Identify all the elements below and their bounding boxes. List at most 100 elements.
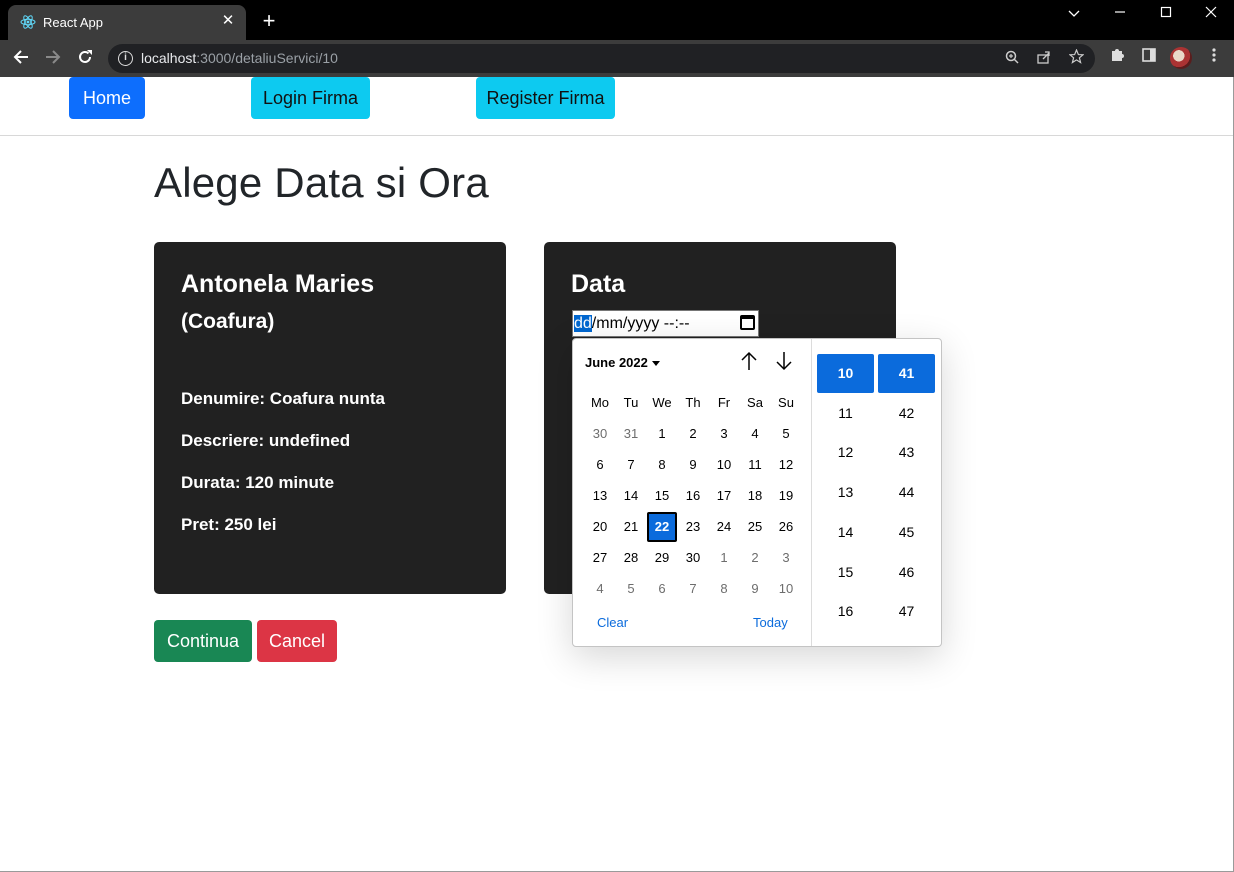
tab-close-icon[interactable]: ✕ (218, 11, 238, 31)
browser-tab[interactable]: React App ✕ (8, 5, 246, 40)
calendar-day[interactable]: 20 (585, 512, 615, 542)
day-segment[interactable]: dd (574, 315, 592, 332)
calendar-icon[interactable] (740, 315, 755, 330)
calendar-day[interactable]: 5 (616, 574, 646, 604)
window-close-icon[interactable] (1188, 0, 1234, 28)
minute-option[interactable]: 44 (878, 473, 935, 512)
today-link[interactable]: Today (753, 615, 788, 630)
tab-search-icon[interactable] (1051, 0, 1097, 28)
top-navbar: Home Login Firma Register Firma (0, 77, 1234, 136)
calendar-day[interactable]: 18 (740, 481, 770, 511)
minimize-icon[interactable] (1097, 0, 1143, 28)
calendar-day[interactable]: 4 (740, 419, 770, 449)
share-icon[interactable] (1033, 48, 1055, 70)
extensions-puzzle-icon[interactable] (1105, 47, 1129, 71)
calendar-day[interactable]: 21 (616, 512, 646, 542)
hour-option[interactable]: 15 (817, 553, 874, 592)
calendar-week-row: 13 14 15 16 17 18 19 (585, 481, 809, 512)
side-panel-icon[interactable] (1137, 47, 1161, 71)
calendar-day[interactable]: 30 (678, 543, 708, 573)
menu-kebab-icon[interactable] (1202, 47, 1226, 71)
zoom-icon[interactable] (1001, 48, 1023, 70)
calendar-day[interactable]: 15 (647, 481, 677, 511)
address-bar[interactable]: i localhost:3000/detaliuServici/10 (108, 44, 1095, 73)
month-year-dropdown[interactable]: June 2022 (585, 355, 660, 370)
calendar-week-row: 30 31 1 2 3 4 5 (585, 419, 809, 450)
calendar-day[interactable]: 13 (585, 481, 615, 511)
calendar-day[interactable]: 29 (647, 543, 677, 573)
weekday-label: Th (685, 395, 701, 410)
forward-arrow-icon[interactable] (40, 46, 66, 72)
minute-option[interactable]: 45 (878, 513, 935, 552)
calendar-day[interactable]: 2 (740, 543, 770, 573)
hour-option[interactable]: 14 (817, 513, 874, 552)
back-arrow-icon[interactable] (8, 46, 34, 72)
calendar-day[interactable]: 30 (585, 419, 615, 449)
minute-option[interactable]: 42 (878, 394, 935, 433)
calendar-day[interactable]: 31 (616, 419, 646, 449)
minute-option[interactable]: 41 (878, 354, 935, 393)
calendar-day[interactable]: 24 (709, 512, 739, 542)
browser-toolbar: i localhost:3000/detaliuServici/10 (0, 40, 1234, 77)
calendar-day[interactable]: 10 (709, 450, 739, 480)
calendar-day[interactable]: 11 (740, 450, 770, 480)
datetime-picker-popup: June 2022 Mo Tu We Th Fr Sa Su 30 31 1 2 3 4 5 6 7 8 9 10 1… (572, 338, 942, 647)
calendar-day[interactable]: 27 (585, 543, 615, 573)
new-tab-button[interactable]: + (258, 10, 280, 32)
minute-option[interactable]: 47 (878, 592, 935, 631)
previous-month-arrow-icon[interactable] (737, 351, 761, 375)
calendar-day[interactable]: 1 (647, 419, 677, 449)
reload-icon[interactable] (72, 46, 98, 72)
hour-option[interactable]: 16 (817, 592, 874, 631)
calendar-day-selected[interactable]: 22 (647, 512, 677, 542)
calendar-day[interactable]: 9 (678, 450, 708, 480)
home-button[interactable]: Home (69, 77, 145, 119)
calendar-day[interactable]: 28 (616, 543, 646, 573)
hour-option[interactable]: 12 (817, 433, 874, 472)
site-info-icon[interactable]: i (118, 51, 133, 66)
next-month-arrow-icon[interactable] (772, 351, 796, 375)
login-firma-button[interactable]: Login Firma (251, 77, 370, 119)
calendar-day[interactable]: 16 (678, 481, 708, 511)
calendar-day[interactable]: 3 (709, 419, 739, 449)
calendar-day[interactable]: 10 (771, 574, 801, 604)
hour-option[interactable]: 13 (817, 473, 874, 512)
calendar-day[interactable]: 19 (771, 481, 801, 511)
calendar-day[interactable]: 6 (585, 450, 615, 480)
register-firma-button[interactable]: Register Firma (476, 77, 615, 119)
cancel-button[interactable]: Cancel (257, 620, 337, 662)
hour-option[interactable]: 10 (817, 354, 874, 393)
caret-down-icon (651, 361, 660, 367)
calendar-day[interactable]: 2 (678, 419, 708, 449)
calendar-day[interactable]: 25 (740, 512, 770, 542)
service-card: Antonela Maries (Coafura) Denumire: Coaf… (154, 242, 506, 594)
calendar-day[interactable]: 26 (771, 512, 801, 542)
minute-option[interactable]: 43 (878, 433, 935, 472)
hour-option[interactable]: 11 (817, 394, 874, 433)
calendar-day[interactable]: 12 (771, 450, 801, 480)
calendar-day[interactable]: 7 (678, 574, 708, 604)
calendar-day[interactable]: 7 (616, 450, 646, 480)
calendar-day[interactable]: 5 (771, 419, 801, 449)
datetime-input[interactable]: dd/mm/yyyy --:-- (572, 310, 759, 337)
calendar-day[interactable]: 1 (709, 543, 739, 573)
calendar-day[interactable]: 4 (585, 574, 615, 604)
browser-titlebar: React App ✕ + (0, 0, 1234, 40)
continua-button[interactable]: Continua (154, 620, 252, 662)
url-text[interactable]: localhost:3000/detaliuServici/10 (141, 50, 338, 66)
calendar-day[interactable]: 6 (647, 574, 677, 604)
maximize-icon[interactable] (1143, 0, 1189, 28)
weekday-header-row: Mo Tu We Th Fr Sa Su (585, 388, 809, 419)
calendar-day[interactable]: 8 (709, 574, 739, 604)
calendar-day[interactable]: 8 (647, 450, 677, 480)
minute-option[interactable]: 46 (878, 553, 935, 592)
calendar-day[interactable]: 3 (771, 543, 801, 573)
profile-avatar[interactable] (1170, 47, 1192, 69)
calendar-day[interactable]: 23 (678, 512, 708, 542)
clear-link[interactable]: Clear (597, 615, 628, 630)
calendar-day[interactable]: 9 (740, 574, 770, 604)
bookmark-star-icon[interactable] (1065, 48, 1087, 70)
calendar-day[interactable]: 17 (709, 481, 739, 511)
calendar-day[interactable]: 14 (616, 481, 646, 511)
date-card-title: Data (571, 270, 626, 298)
